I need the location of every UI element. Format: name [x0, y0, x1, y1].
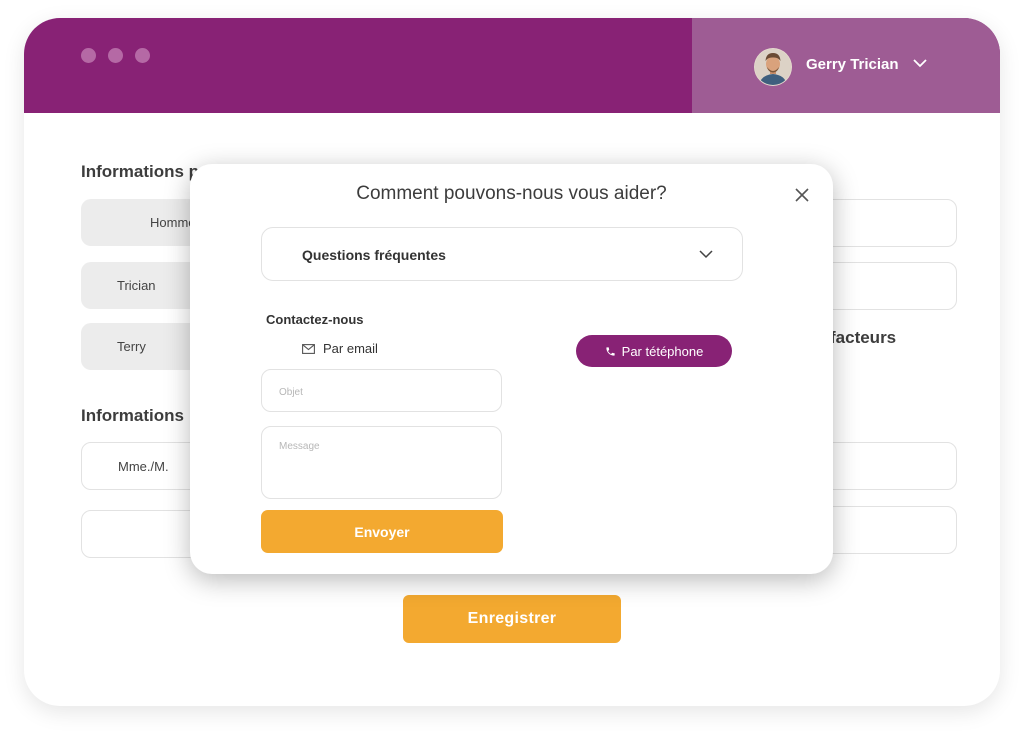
- phone-tab-label: Par tétéphone: [621, 343, 704, 359]
- window-dot-2: [108, 48, 123, 63]
- last-name-value: Trician: [117, 278, 156, 293]
- envelope-icon: [302, 343, 315, 354]
- section-title-other: Informations: [81, 406, 184, 425]
- send-button-label: Envoyer: [354, 523, 410, 540]
- subject-placeholder: Objet: [279, 387, 303, 398]
- window-dot-1: [81, 48, 96, 63]
- section-title-right: facteurs: [830, 328, 897, 347]
- chevron-down-icon: [699, 250, 713, 259]
- message-placeholder: Message: [279, 441, 320, 452]
- civility-value: Mme./M.: [118, 458, 169, 474]
- window-dot-3: [135, 48, 150, 63]
- section-title-personal: Informations p: [81, 162, 200, 181]
- close-icon[interactable]: [793, 186, 811, 204]
- message-textarea[interactable]: Message: [261, 426, 502, 499]
- chevron-down-icon[interactable]: [913, 59, 927, 68]
- contact-title: Contactez-nous: [266, 312, 364, 327]
- send-button[interactable]: Envoyer: [261, 510, 503, 553]
- save-button[interactable]: Enregistrer: [403, 595, 621, 643]
- gender-value: Homme: [150, 215, 196, 230]
- user-menu[interactable]: Gerry Trician: [692, 18, 1000, 113]
- phone-icon: [606, 346, 615, 356]
- email-tab[interactable]: Par email: [302, 341, 378, 356]
- subject-input[interactable]: Objet: [261, 369, 502, 412]
- user-name: Gerry Trician: [806, 56, 899, 73]
- first-name-value: Terry: [117, 339, 146, 354]
- email-tab-label: Par email: [323, 341, 378, 356]
- help-modal: Comment pouvons-nous vous aider? Questio…: [190, 164, 833, 574]
- faq-dropdown[interactable]: Questions fréquentes: [261, 227, 743, 281]
- faq-label: Questions fréquentes: [302, 247, 446, 263]
- avatar: [754, 48, 792, 86]
- modal-title: Comment pouvons-nous vous aider?: [356, 183, 667, 204]
- phone-tab-button[interactable]: Par tétéphone: [576, 335, 732, 367]
